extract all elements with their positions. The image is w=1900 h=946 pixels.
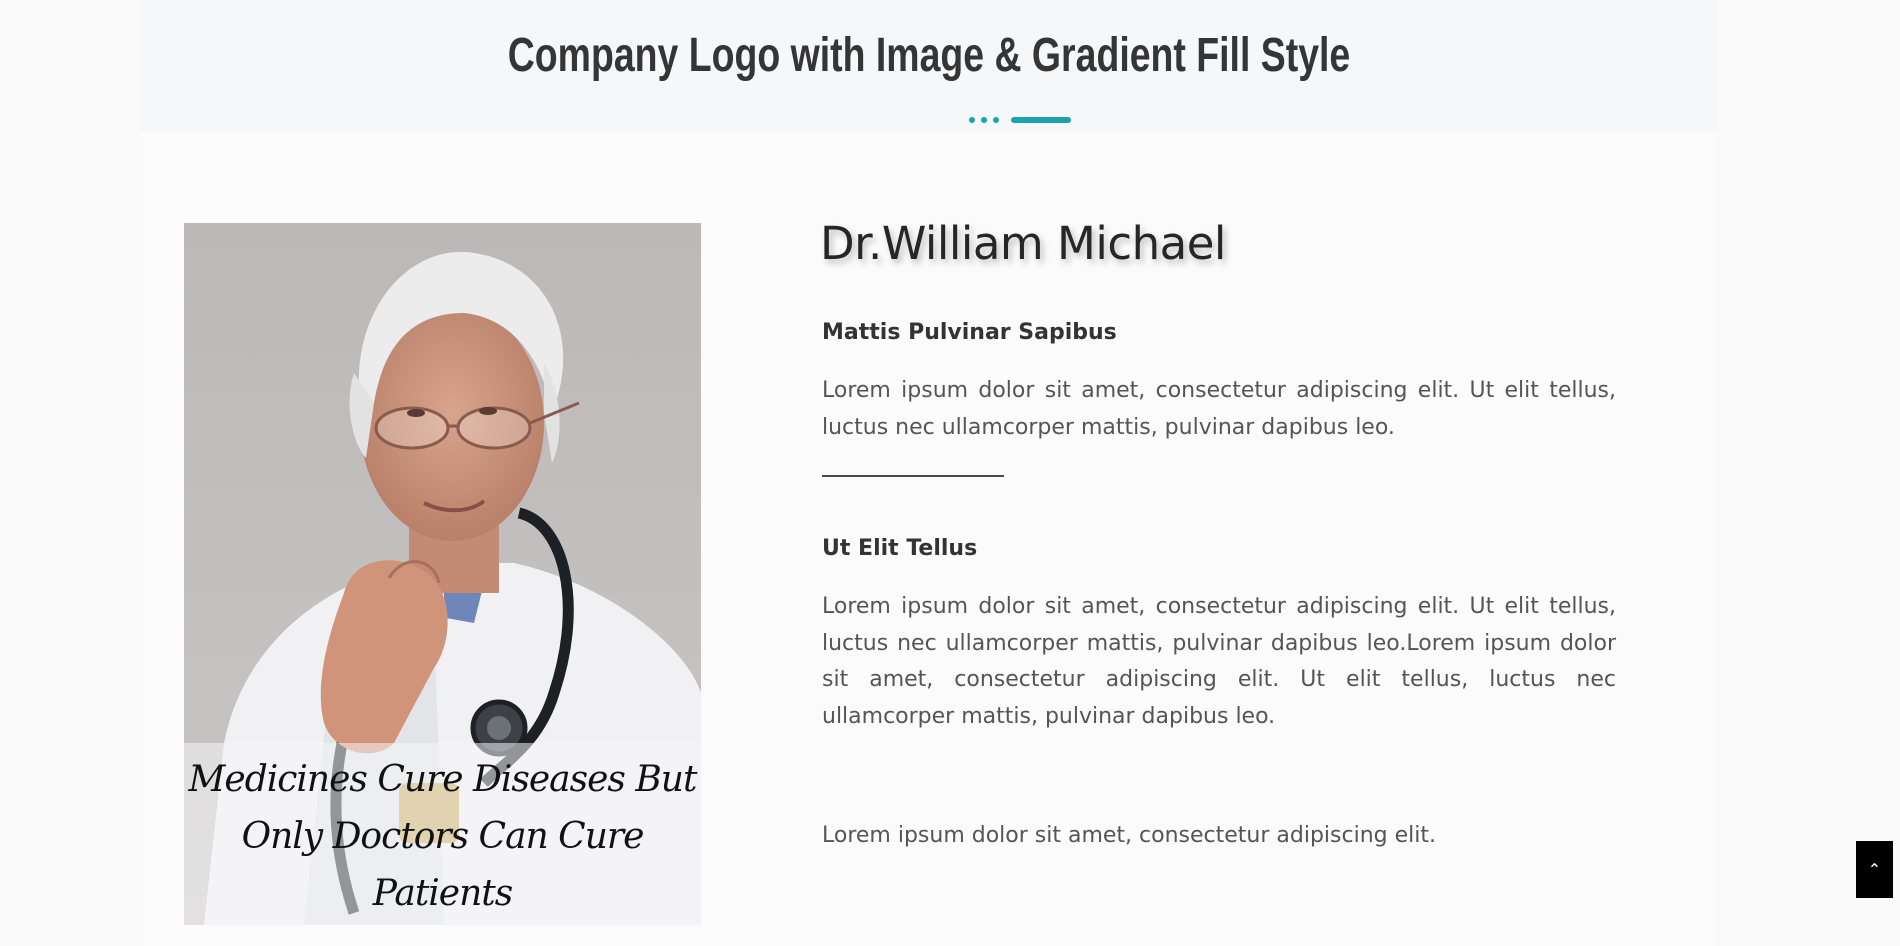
- doctor-name: Dr.William Michael: [820, 217, 1226, 270]
- profile-paragraph-1: Lorem ipsum dolor sit amet, consectetur …: [822, 378, 1616, 440]
- profile-subheading-2: Ut Elit Tellus: [822, 536, 978, 561]
- divider-dot: [969, 117, 975, 123]
- divider-dot: [993, 117, 999, 123]
- back-to-top-button[interactable]: ⌃: [1856, 841, 1893, 898]
- section-title: Company Logo with Image & Gradient Fill …: [507, 29, 1351, 82]
- profile-paragraph-3: Lorem ipsum dolor sit amet, consectetur …: [822, 823, 1436, 848]
- chevron-up-icon: ⌃: [1867, 860, 1882, 879]
- page: Company Logo with Image & Gradient Fill …: [0, 0, 1900, 946]
- photo-caption: Medicines Cure Diseases But Only Doctors…: [188, 759, 698, 914]
- doctor-photo: Medicines Cure Diseases But Only Doctors…: [184, 223, 701, 925]
- profile-subheading-1: Mattis Pulvinar Sapibus: [822, 320, 1117, 345]
- divider-dot: [981, 117, 987, 123]
- profile-paragraph-2: Lorem ipsum dolor sit amet, consectetur …: [822, 594, 1616, 729]
- divider-bar: [1011, 117, 1071, 123]
- title-divider: [969, 116, 1071, 124]
- separator-line: [822, 475, 1004, 477]
